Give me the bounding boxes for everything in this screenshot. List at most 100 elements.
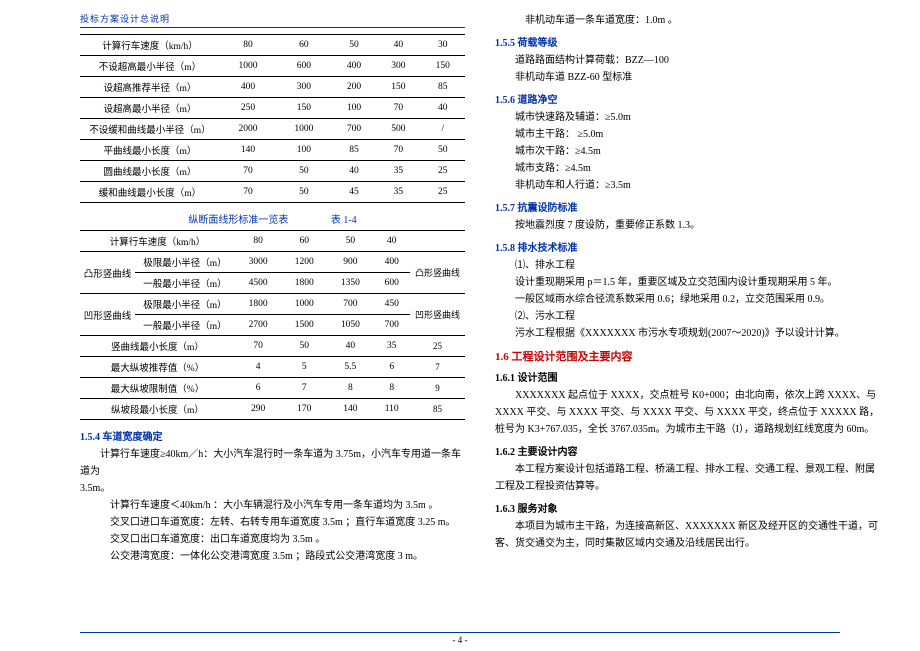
- cell: 700: [327, 294, 373, 315]
- cell: 4: [235, 357, 281, 378]
- cell: 25: [410, 336, 465, 357]
- cell: 7: [410, 357, 465, 378]
- cell: 35: [373, 336, 410, 357]
- cell: 100: [276, 140, 332, 161]
- heading-1-5-7: 1.5.7 抗震设防标准: [495, 199, 880, 214]
- p-161-1: XXXXXXX 起点位于 XXXX，交点桩号 K0+000；由北向南，依次上跨 …: [495, 387, 880, 438]
- cell: 80: [220, 35, 276, 56]
- heading-1-5-8: 1.5.8 排水技术标准: [495, 239, 880, 254]
- cell: /: [421, 119, 465, 140]
- cell: 170: [281, 399, 327, 420]
- table-row: 最大纵坡限制值（%）67889: [80, 378, 465, 399]
- cell: 700: [373, 315, 410, 336]
- row-label: 一般最小半径（m）: [135, 315, 235, 336]
- cell: 50: [421, 140, 465, 161]
- p-158-2: 设计重现期采用 p＝1.5 年，重要区域及立交范围内设计重现期采用 5 年。: [495, 274, 880, 291]
- cell: 50: [281, 336, 327, 357]
- row-label: 计算行车速度（km/h）: [80, 35, 220, 56]
- cell: 300: [376, 56, 420, 77]
- table-row: 圆曲线最小长度（m）7050403525: [80, 161, 465, 182]
- table-row: 竖曲线最小长度（m）7050403525: [80, 336, 465, 357]
- cell: 85: [410, 399, 465, 420]
- cell: 7: [281, 378, 327, 399]
- p-156-5: 非机动车和人行道：≥3.5m: [495, 177, 880, 194]
- cell: 250: [220, 98, 276, 119]
- group-label: 凸形竖曲线: [80, 252, 135, 294]
- p-163-1: 本项目为城市主干路，为连接高新区、XXXXXXX 新区及经开区的交通性干道，可客…: [495, 518, 880, 552]
- cell: 450: [373, 294, 410, 315]
- cell: 1800: [235, 294, 281, 315]
- p-156-3: 城市次干路：≥4.5m: [495, 143, 880, 160]
- cell: 35: [376, 182, 420, 203]
- cell: 1800: [281, 273, 327, 294]
- row-label: 不设缓和曲线最小半径（m）: [80, 119, 220, 140]
- p-154-6: 非机动车道一条车道宽度：1.0m 。: [495, 12, 880, 29]
- cell: 70: [220, 161, 276, 182]
- table2-caption-text: 纵断面线形标准一览表: [188, 215, 288, 226]
- table2-number: 表 1-4: [331, 215, 357, 226]
- row-label: 一般最小半径（m）: [135, 273, 235, 294]
- p-158-4: ⑵、污水工程: [495, 308, 880, 325]
- cell: 500: [376, 119, 420, 140]
- p-158-1: ⑴、排水工程: [495, 257, 880, 274]
- cell: 150: [421, 56, 465, 77]
- cell: 70: [376, 140, 420, 161]
- cell: 40: [327, 336, 373, 357]
- p-154-1b: 3.5m。: [80, 480, 465, 497]
- cell: 5.5: [327, 357, 373, 378]
- row-label: 缓和曲线最小长度（m）: [80, 182, 220, 203]
- page-footer: - 4 -: [0, 632, 920, 645]
- p-162-1: 本工程方案设计包括道路工程、桥涵工程、排水工程、交通工程、景观工程、附属工程及工…: [495, 461, 880, 495]
- row-label: 纵坡段最小长度（m）: [80, 399, 235, 420]
- p-154-5: 公交港湾宽度：一体化公交港湾宽度 3.5m ；路段式公交港湾宽度 3 m。: [80, 548, 465, 565]
- row-label: 平曲线最小长度（m）: [80, 140, 220, 161]
- p-158-3: 一般区域雨水综合径流系数采用 0.6；绿地采用 0.2，立交范围采用 0.9。: [495, 291, 880, 308]
- heading-1-5-5: 1.5.5 荷载等级: [495, 34, 880, 49]
- cell: 40: [332, 161, 376, 182]
- cell: 1050: [327, 315, 373, 336]
- p-157-1: 按地震烈度 7 度设防，重要修正系数 1.3。: [495, 217, 880, 234]
- cell: 600: [373, 273, 410, 294]
- table-row: 不设缓和曲线最小半径（m）20001000700500/: [80, 119, 465, 140]
- p-154-3: 交叉口进口车道宽度：左转、右转专用车道宽度 3.5m ；直行车道宽度 3.25 …: [80, 514, 465, 531]
- row-label: 不设超高最小半径（m）: [80, 56, 220, 77]
- row-label: 极限最小半径（m）: [135, 294, 235, 315]
- cell: 25: [421, 161, 465, 182]
- cell: 25: [421, 182, 465, 203]
- cell: 700: [332, 119, 376, 140]
- heading-1-5-4: 1.5.4 车道宽度确定: [80, 428, 465, 443]
- cell: 400: [220, 77, 276, 98]
- cell: 900: [327, 252, 373, 273]
- cell: 6: [235, 378, 281, 399]
- cell: 400: [373, 252, 410, 273]
- cell: 70: [376, 98, 420, 119]
- cell: 45: [332, 182, 376, 203]
- p-155-1: 道路路面结构计算荷载：BZZ—100: [495, 52, 880, 69]
- row-label: 极限最小半径（m）: [135, 252, 235, 273]
- cell: 3000: [235, 252, 281, 273]
- table-row: 不设超高最小半径（m）1000600400300150: [80, 56, 465, 77]
- cell: 140: [220, 140, 276, 161]
- page-header: 投标方案设计总说明: [80, 12, 465, 28]
- table-row: 设超高最小半径（m）2501501007040: [80, 98, 465, 119]
- heading-1-5-6: 1.5.6 道路净空: [495, 91, 880, 106]
- cell: 110: [373, 399, 410, 420]
- p-154-2: 计算行车速度＜40km/h ：大小车辆混行及小汽车专用一条车道均为 3.5m 。: [80, 497, 465, 514]
- heading-1-6-1: 1.6.1 设计范围: [495, 369, 880, 384]
- p-156-2: 城市主干路： ≥5.0m: [495, 126, 880, 143]
- cell: 60: [276, 35, 332, 56]
- row-label: 设超高最小半径（m）: [80, 98, 220, 119]
- table-vertical-profile: 计算行车速度（km/h）80605040凸形竖曲线极限最小半径（m）300012…: [80, 230, 465, 420]
- cell: 85: [332, 140, 376, 161]
- cell: 70: [220, 182, 276, 203]
- p-154-1: 计算行车速度≥40km／h：大小汽车混行时一条车道为 3.75m，小汽车专用道一…: [80, 446, 465, 480]
- cell: 85: [421, 77, 465, 98]
- row-label: 竖曲线最小长度（m）: [80, 336, 235, 357]
- page-number: - 4 -: [453, 635, 468, 645]
- table-plan-linear: 计算行车速度（km/h）8060504030不设超高最小半径（m）1000600…: [80, 34, 465, 203]
- p-156-4: 城市支路：≥4.5m: [495, 160, 880, 177]
- heading-1-6: 1.6 工程设计范围及主要内容: [495, 348, 880, 364]
- heading-1-6-2: 1.6.2 主要设计内容: [495, 443, 880, 458]
- cell: 290: [235, 399, 281, 420]
- cell: 50: [276, 182, 332, 203]
